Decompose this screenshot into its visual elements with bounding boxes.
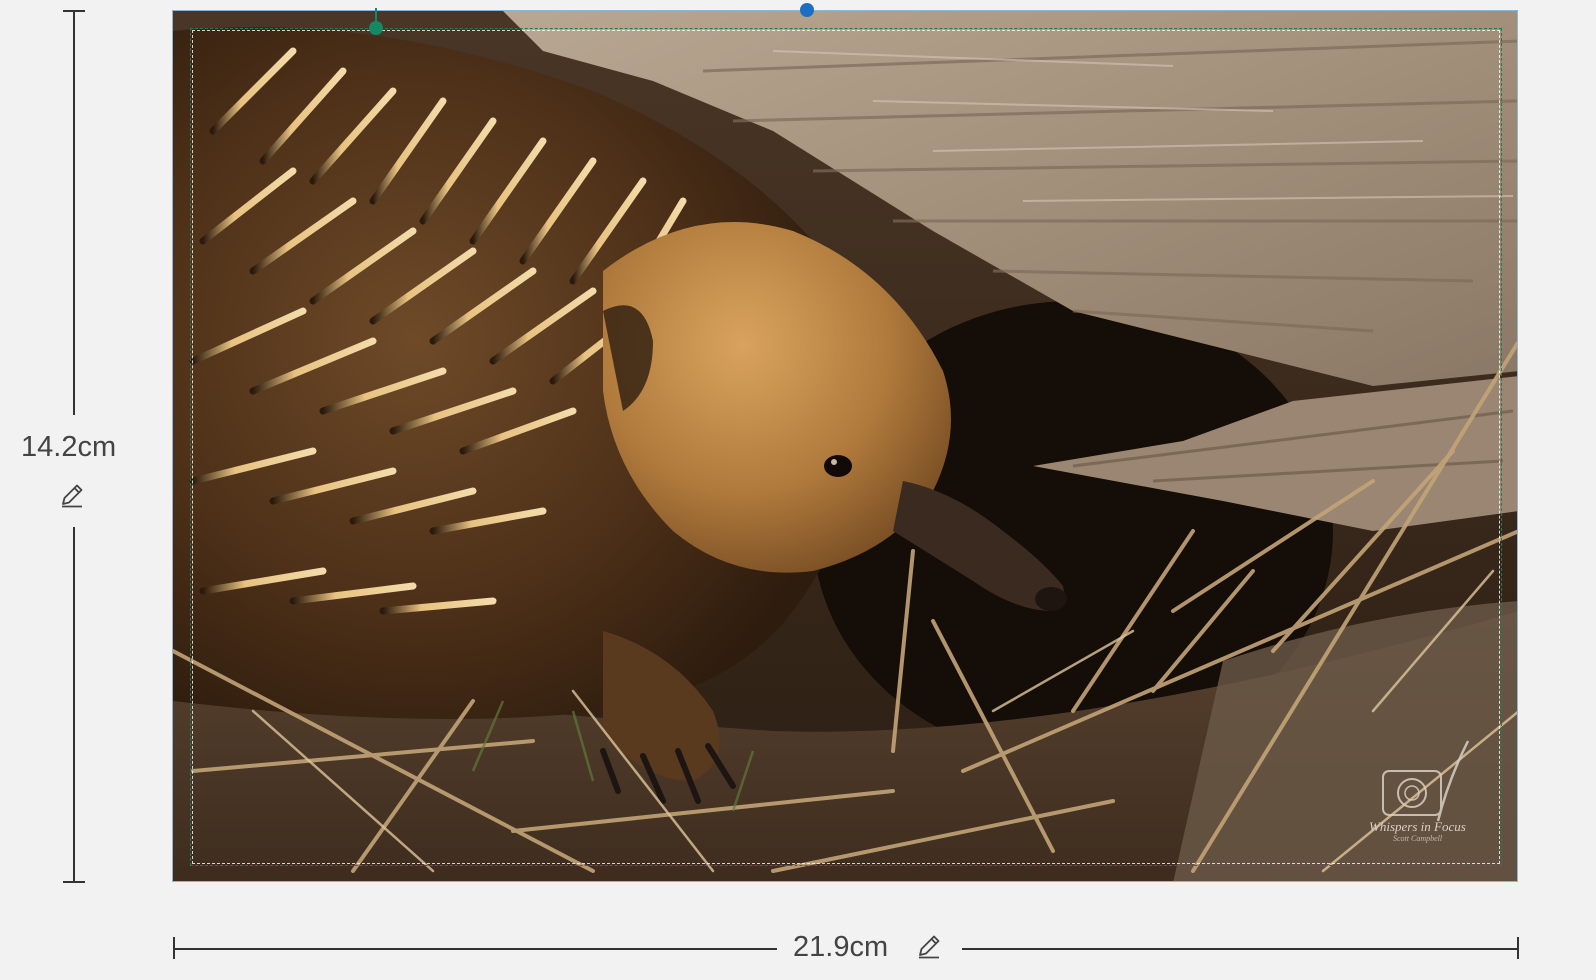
edit-height-pencil-icon[interactable] xyxy=(58,481,86,514)
width-label: 21.9cm xyxy=(793,931,889,963)
edit-width-pencil-icon[interactable] xyxy=(915,932,943,965)
width-ruler-line-left xyxy=(173,948,777,950)
height-label: 14.2cm xyxy=(21,431,117,463)
width-ruler-line-right xyxy=(962,948,1518,950)
watermark-subtext: Scott Campbell xyxy=(1393,834,1443,843)
height-ruler-line-bottom xyxy=(73,527,75,882)
width-ruler-right-cap xyxy=(1517,937,1519,959)
crop-handle-stem xyxy=(375,8,377,22)
height-ruler-bottom-cap xyxy=(63,881,85,883)
rotate-handle[interactable] xyxy=(800,3,814,17)
crop-handle[interactable] xyxy=(369,21,383,35)
selected-image[interactable]: Whispers in Focus Scott Campbell xyxy=(172,10,1518,882)
watermark-text: Whispers in Focus xyxy=(1369,819,1466,834)
echidna-photo xyxy=(173,11,1517,881)
height-ruler-line-top xyxy=(73,10,75,415)
